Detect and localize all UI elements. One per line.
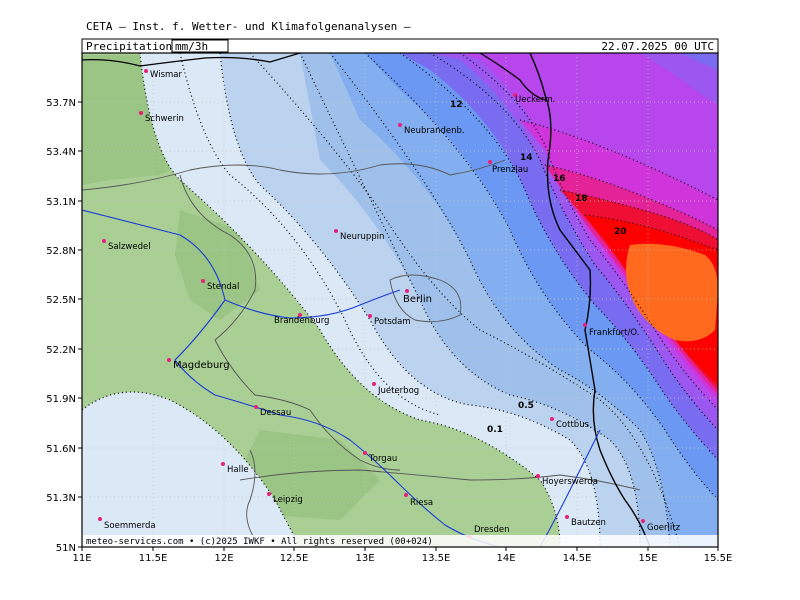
city-wismar: Wismar (144, 69, 182, 80)
svg-text:Goerlitz: Goerlitz (647, 523, 681, 533)
contour-label: 0.5 (518, 401, 534, 411)
x-tick-label: 12E (214, 553, 233, 564)
field-units: mm/3h (175, 40, 208, 53)
y-tick-label: 52.5N (46, 295, 76, 306)
svg-text:Frankfurt/O.: Frankfurt/O. (589, 328, 639, 338)
contour-label: 20 (614, 227, 627, 237)
svg-text:Neuruppin: Neuruppin (340, 232, 384, 242)
x-tick-label: 11E (72, 553, 91, 564)
svg-text:Stendal: Stendal (207, 282, 239, 292)
y-tick-label: 52.2N (46, 345, 76, 356)
svg-text:Torgau: Torgau (368, 454, 397, 464)
svg-text:Halle: Halle (227, 465, 249, 475)
y-tick-label: 51.6N (46, 444, 76, 455)
x-tick-label: 13E (355, 553, 374, 564)
svg-text:Dessau: Dessau (260, 408, 291, 418)
svg-text:Magdeburg: Magdeburg (173, 360, 230, 371)
svg-text:Hoyerswerda: Hoyerswerda (542, 477, 598, 487)
y-tick-label: 51.3N (46, 493, 76, 504)
svg-text:Bautzen: Bautzen (571, 518, 606, 528)
svg-text:Schwerin: Schwerin (145, 114, 184, 124)
x-axis-labels: 11E 11.5E 12E 12.5E 13E 13.5E 14E 14.5E … (72, 553, 732, 564)
x-tick-label: 15.5E (704, 553, 733, 564)
svg-text:Riesa: Riesa (410, 498, 433, 508)
y-axis-labels: 53.7N 53.4N 53.1N 52.8N 52.5N 52.2N 51.9… (46, 98, 76, 554)
contour-label: 0.1 (487, 425, 503, 435)
y-tick-label: 51N (56, 543, 76, 554)
field-name: Precipitation (86, 40, 172, 53)
svg-text:Soemmerda: Soemmerda (104, 521, 156, 531)
contour-label: 14 (520, 153, 533, 163)
city-magdeburg: Magdeburg (167, 358, 230, 371)
svg-text:Berlin: Berlin (403, 294, 432, 305)
svg-text:Dresden: Dresden (474, 525, 510, 535)
source-title: CETA — Inst. f. Wetter- und Klimafolgena… (86, 20, 411, 33)
x-tick-label: 12.5E (280, 553, 309, 564)
svg-text:Jueterbog: Jueterbog (377, 386, 419, 396)
contour-label: 18 (575, 194, 588, 204)
svg-text:Neubrandenb.: Neubrandenb. (404, 126, 465, 136)
y-tick-label: 51.9N (46, 394, 76, 405)
x-tick-label: 14E (496, 553, 515, 564)
footer-credit: meteo-services.com • (c)2025 IWKF • All … (86, 537, 433, 547)
contour-label: 12 (450, 100, 463, 110)
svg-text:Salzwedel: Salzwedel (108, 242, 151, 252)
city-ueckermuende: Ueckerm. (513, 93, 555, 105)
svg-text:Ueckerm.: Ueckerm. (515, 95, 555, 105)
y-tick-label: 52.8N (46, 246, 76, 257)
x-tick-label: 13.5E (422, 553, 451, 564)
y-tick-label: 53.4N (46, 147, 76, 158)
svg-text:Cottbus: Cottbus (556, 420, 590, 430)
valid-time: 22.07.2025 00 UTC (601, 40, 714, 53)
svg-text:Prenzlau: Prenzlau (492, 165, 528, 175)
svg-text:Leipzig: Leipzig (273, 495, 303, 505)
y-tick-label: 53.7N (46, 98, 76, 109)
svg-text:Brandenburg: Brandenburg (274, 316, 329, 326)
precipitation-map: Precipitation mm/3h 22.07.2025 00 UTC 0.… (46, 38, 732, 564)
x-tick-label: 15E (638, 553, 657, 564)
contour-label: 16 (553, 174, 566, 184)
x-tick-label: 11.5E (139, 553, 168, 564)
svg-text:Wismar: Wismar (150, 70, 182, 80)
y-tick-label: 53.1N (46, 197, 76, 208)
svg-text:Potsdam: Potsdam (374, 317, 411, 327)
x-tick-label: 14.5E (563, 553, 592, 564)
